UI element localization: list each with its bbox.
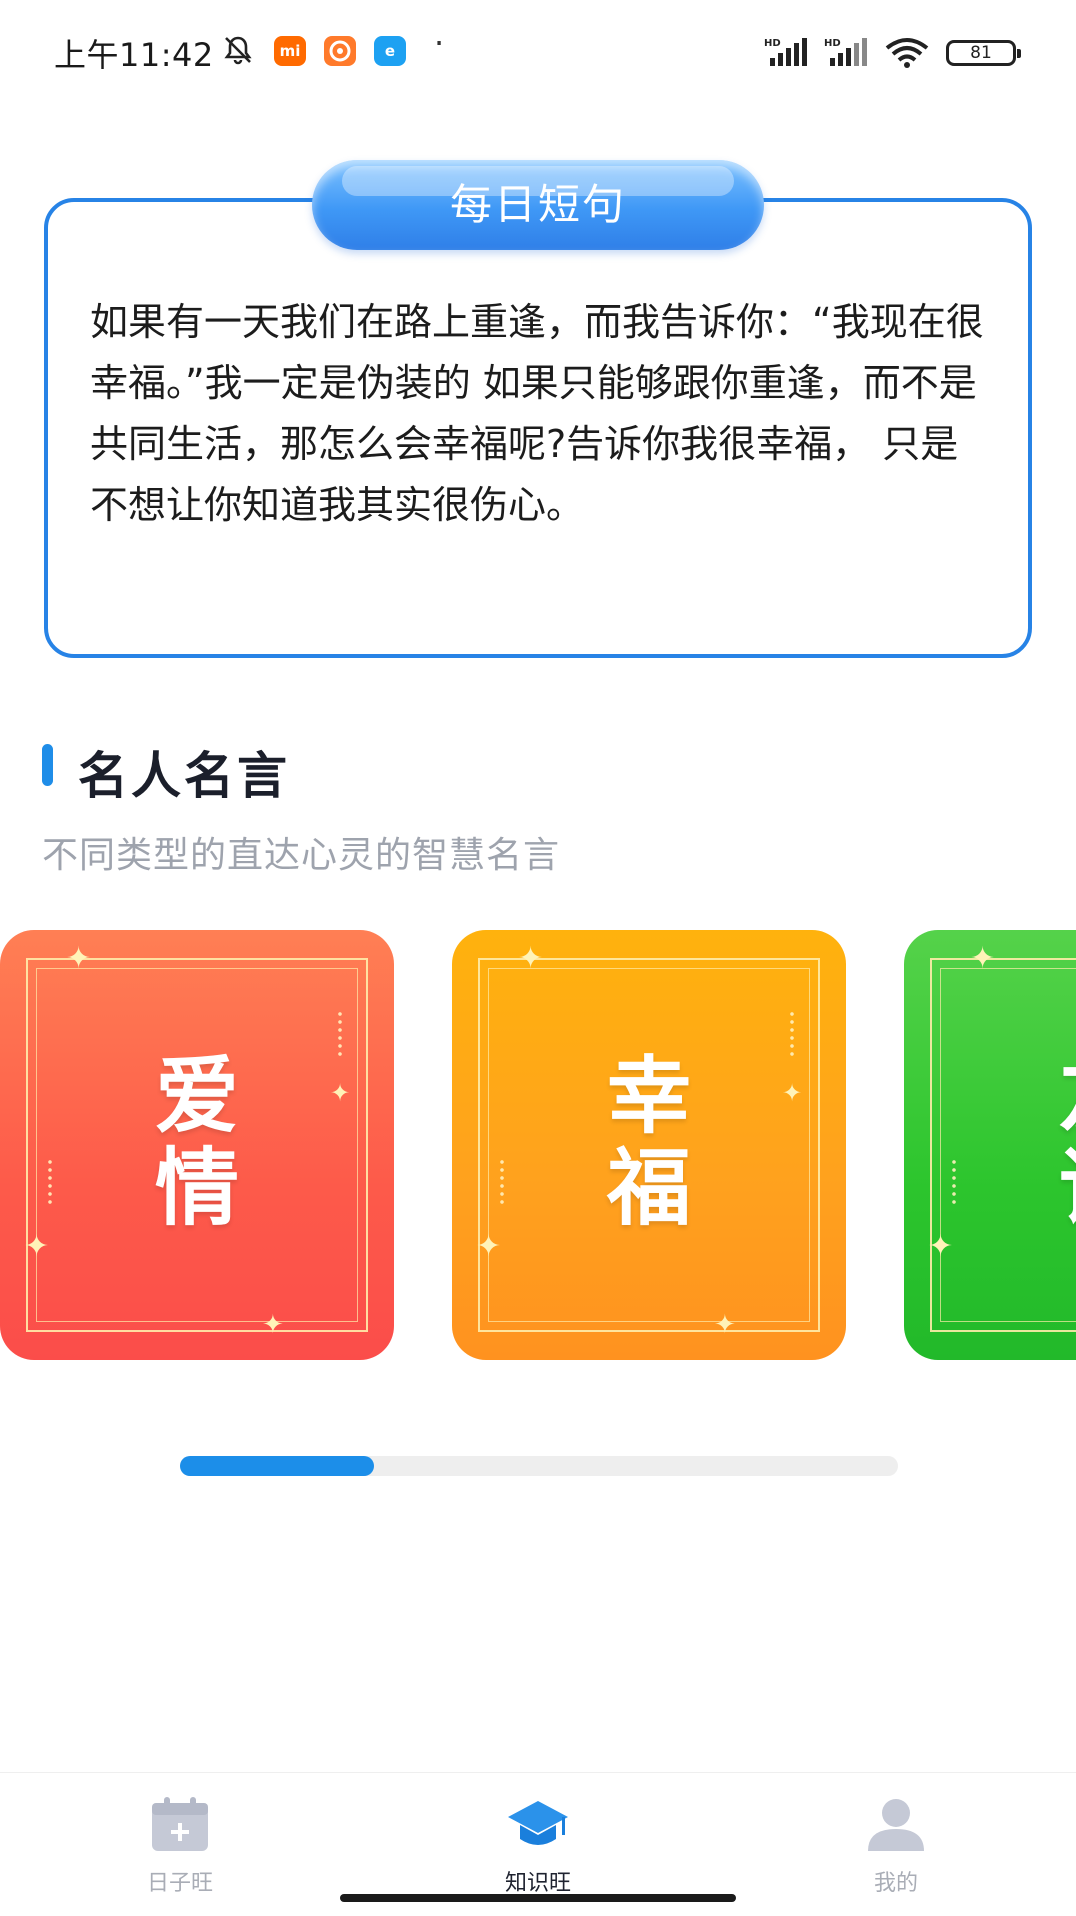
sparkle-icon: ✦ (928, 1229, 954, 1264)
section-title: 名人名言 (78, 747, 290, 805)
notification-dot: · (434, 24, 445, 62)
category-card-friendship[interactable]: ✦ ✦ 友谊 (904, 930, 1076, 1360)
category-label-text: 爱情 (154, 1047, 239, 1237)
category-label-text: 友谊 (1055, 1050, 1076, 1234)
category-label: 友谊 (904, 1050, 1076, 1234)
home-indicator[interactable] (340, 1894, 736, 1902)
calendar-icon (152, 1797, 208, 1851)
sparkle-icon: ✦ (262, 1310, 284, 1340)
carousel-scroll-thumb[interactable] (180, 1456, 374, 1476)
user-icon (868, 1799, 924, 1851)
svg-text:HD: HD (764, 38, 781, 49)
status-time: 上午11:42 (54, 36, 214, 74)
category-label-text: 幸福 (606, 1047, 691, 1237)
tab-label: 我的 (873, 1871, 918, 1896)
tab-calendar[interactable]: 日子旺 (80, 1787, 280, 1897)
section-subtitle: 不同类型的直达心灵的智慧名言 (42, 835, 561, 876)
sparkle-icon: ✦ (714, 1310, 736, 1340)
battery-indicator: 81 (946, 40, 1021, 66)
tab-profile[interactable]: 我的 (796, 1787, 996, 1897)
category-label: 爱情 (0, 1050, 394, 1234)
mi-app-icon: mi (274, 36, 306, 66)
wifi-icon (885, 38, 929, 68)
daily-quote-title: 每日短句 (312, 160, 764, 250)
orange-app-icon (324, 36, 356, 66)
category-carousel[interactable]: ✦ ✦ ✦ ✦ 爱情 ✦ ✦ ✦ ✦ 幸福 ✦ ✦ 友谊 (0, 930, 1076, 1360)
category-card-love[interactable]: ✦ ✦ ✦ ✦ 爱情 (0, 930, 394, 1360)
section-accent-bar (42, 744, 53, 786)
sparkle-icon: ✦ (476, 1229, 502, 1264)
svg-text:HD: HD (824, 38, 841, 49)
carousel-scroll-indicator[interactable] (180, 1456, 898, 1476)
e-app-icon: e (374, 36, 406, 66)
tab-label: 知识旺 (504, 1871, 571, 1896)
sparkle-icon: ✦ (970, 941, 996, 976)
signal-hd-icon-2: HD (824, 38, 867, 66)
daily-quote-text: 如果有一天我们在路上重逢，而我告诉你：“我现在很幸福。”我一定是伪装的 如果只能… (90, 300, 984, 527)
sparkle-icon: ✦ (24, 1229, 50, 1264)
sparkle-icon: ✦ (66, 941, 92, 976)
battery-level: 81 (970, 43, 992, 63)
status-bar: 上午11:42 mi e · HD HD 81 (0, 0, 1076, 104)
category-label: 幸福 (452, 1050, 846, 1234)
sparkle-icon: ✦ (518, 941, 544, 976)
category-card-happiness[interactable]: ✦ ✦ ✦ ✦ 幸福 (452, 930, 846, 1360)
tab-label: 日子旺 (146, 1871, 213, 1896)
tab-knowledge[interactable]: 知识旺 (438, 1787, 638, 1897)
signal-hd-icon: HD (764, 38, 807, 66)
bell-muted-icon (224, 36, 252, 65)
graduation-cap-icon (508, 1801, 568, 1845)
